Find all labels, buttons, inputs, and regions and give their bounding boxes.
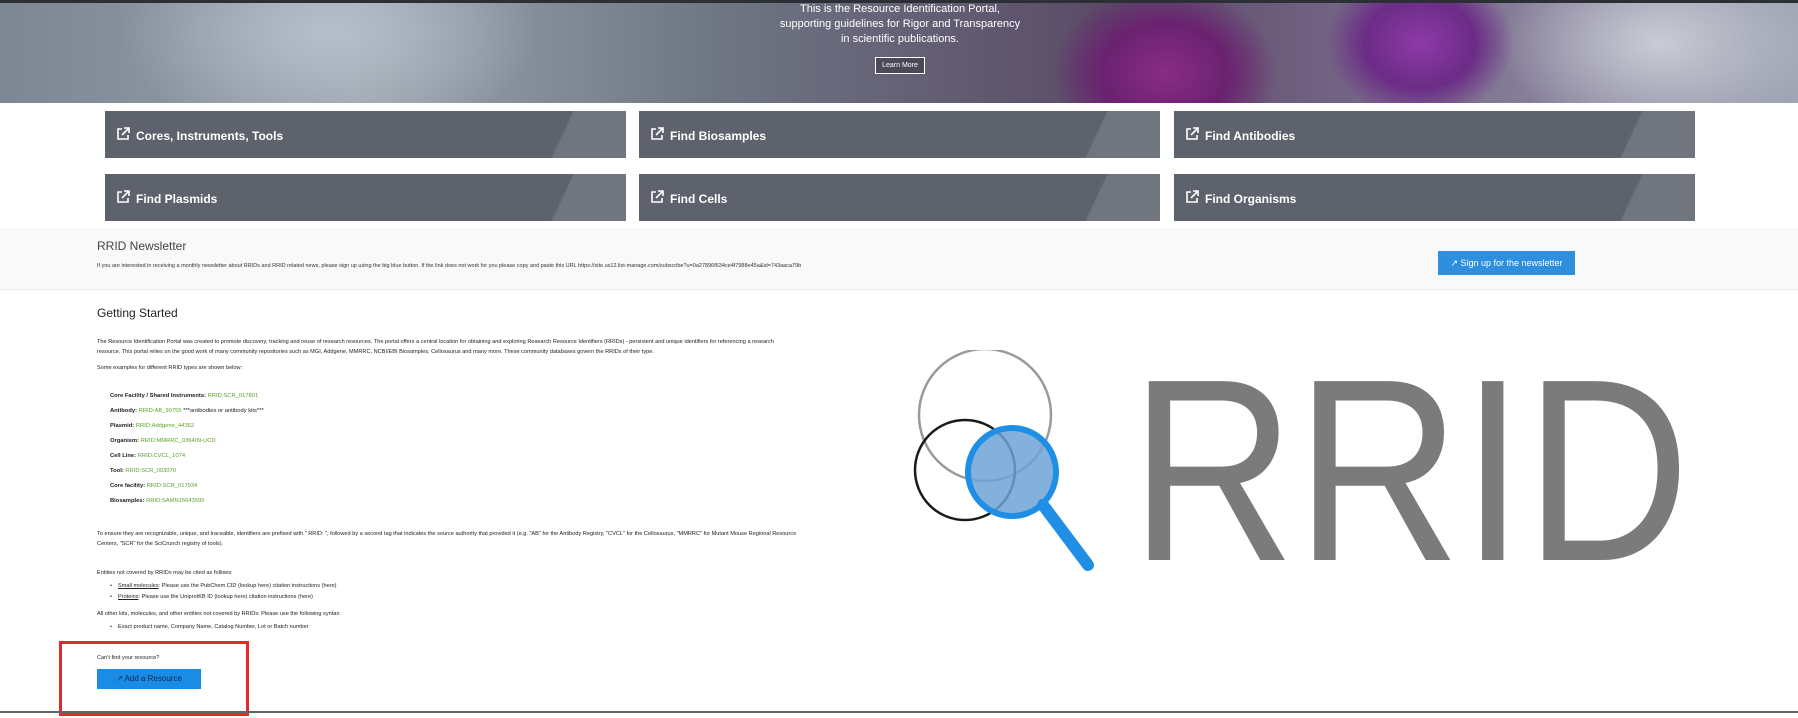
highlight-box <box>59 641 249 716</box>
external-link-icon <box>651 127 664 140</box>
example-label: Plasmid: <box>110 423 135 429</box>
example-label: Core Facility / Shared Instruments: <box>110 393 206 399</box>
example-rrid-link[interactable]: RRID:AB_90755 <box>139 408 182 414</box>
example-row: Plasmid: RRID:Addgene_44362 <box>110 423 194 429</box>
tile-label: Find Cells <box>670 192 728 206</box>
newsletter-signup-label: Sign up for the newsletter <box>1460 258 1563 268</box>
example-row: Organism: RRID:MMRRC_036409-UCD <box>110 438 216 444</box>
external-link-icon <box>117 127 130 140</box>
tile-label: Find Antibodies <box>1205 129 1296 143</box>
not-covered-intro: Entities not covered by RRIDs may be cit… <box>97 570 233 576</box>
hero-line-3: in scientific publications. <box>840 33 959 45</box>
list-item: Proteins: Please use the UniprotKB ID (l… <box>110 594 313 600</box>
example-rrid-link[interactable]: RRID:SCR_017801 <box>208 393 259 399</box>
tile-find-biosamples[interactable]: Find Biosamples <box>639 111 1160 158</box>
tile-cores-instruments-tools[interactable]: Cores, Instruments, Tools <box>105 111 626 158</box>
example-row: Core facility: RRID:SCR_017934 <box>110 483 197 489</box>
example-label: Cell Line: <box>110 453 137 459</box>
example-rrid-link[interactable]: RRID:Addgene_44362 <box>136 423 194 429</box>
external-link-icon <box>651 190 664 203</box>
tile-label: Find Biosamples <box>670 129 767 143</box>
prefix-paragraph-line-2: Centers, "SCR" for the SciCrunch registr… <box>97 541 224 547</box>
example-label: Organism: <box>110 438 139 444</box>
examples-intro: Some examples for different RRID types a… <box>97 365 243 371</box>
hero-line-2: supporting guidelines for Rigor and Tran… <box>779 18 1021 30</box>
external-link-icon <box>1186 190 1199 203</box>
list-item: Exact product name, Company Name, Catalo… <box>110 624 309 630</box>
tile-find-organisms[interactable]: Find Organisms <box>1174 174 1695 221</box>
logo-text: RRID <box>1130 350 1690 580</box>
tile-find-antibodies[interactable]: Find Antibodies <box>1174 111 1695 158</box>
example-label: Antibody: <box>110 408 138 414</box>
newsletter-description: If you are interested in receiving a mon… <box>97 263 802 269</box>
other-entities-intro: All other kits, molecules, and other ent… <box>97 611 341 617</box>
hero-line-1: This is the Resource Identification Port… <box>800 3 1000 15</box>
example-rrid-link[interactable]: RRID:CVCL_1074 <box>138 453 185 459</box>
example-rrid-link[interactable]: RRID:MMRRC_036409-UCD <box>141 438 216 444</box>
small-molecules-link[interactable]: Small molecules <box>118 583 159 589</box>
tile-find-plasmids[interactable]: Find Plasmids <box>105 174 626 221</box>
example-extra: ***antibodies or antibody kits*** <box>181 408 264 414</box>
footer-divider <box>0 711 1798 713</box>
hero-text: This is the Resource Identification Port… <box>740 2 1060 47</box>
external-link-icon <box>1186 127 1199 140</box>
intro-paragraph-line-1: The Resource Identification Portal was c… <box>97 339 774 345</box>
example-row: Cell Line: RRID:CVCL_1074 <box>110 453 185 459</box>
intro-paragraph-line-2: resource. This portal relies on the good… <box>97 349 654 355</box>
example-label: Biosamples: <box>110 498 145 504</box>
list-item: Small molecules: Please use the PubChem … <box>110 583 337 589</box>
external-link-icon: ↗ <box>1450 258 1458 268</box>
rrid-logo: RRID <box>913 350 1690 580</box>
learn-more-button[interactable]: Learn More <box>875 57 925 74</box>
external-link-icon <box>117 190 130 203</box>
newsletter-title: RRID Newsletter <box>97 239 187 253</box>
newsletter-signup-button[interactable]: ↗ Sign up for the newsletter <box>1438 251 1575 275</box>
example-row: Antibody: RRID:AB_90755 ***antibodies or… <box>110 408 264 414</box>
example-rrid-link[interactable]: RRID:SAMN15643595 <box>146 498 204 504</box>
list-item-text: : Please use the PubChem CID (lookup her… <box>158 583 337 589</box>
magnifier-handle-icon <box>1037 499 1094 571</box>
getting-started-title: Getting Started <box>97 306 178 320</box>
prefix-paragraph-line-1: To ensure they are recognizable, unique,… <box>97 531 797 537</box>
example-label: Core facility: <box>110 483 146 489</box>
tile-label: Cores, Instruments, Tools <box>136 129 284 143</box>
example-label: Tool: <box>110 468 124 474</box>
example-row: Core Facility / Shared Instruments: RRID… <box>110 393 258 399</box>
tile-label: Find Plasmids <box>136 192 218 206</box>
example-rrid-link[interactable]: RRID:SCR_017934 <box>147 483 198 489</box>
tile-find-cells[interactable]: Find Cells <box>639 174 1160 221</box>
list-item-text: : Please use the UniprotKB ID (lookup he… <box>138 594 313 600</box>
example-row: Tool: RRID:SCR_003070 <box>110 468 176 474</box>
example-rrid-link[interactable]: RRID:SCR_003070 <box>125 468 176 474</box>
example-row: Biosamples: RRID:SAMN15643595 <box>110 498 204 504</box>
tile-label: Find Organisms <box>1205 192 1297 206</box>
proteins-link[interactable]: Proteins <box>118 594 139 600</box>
